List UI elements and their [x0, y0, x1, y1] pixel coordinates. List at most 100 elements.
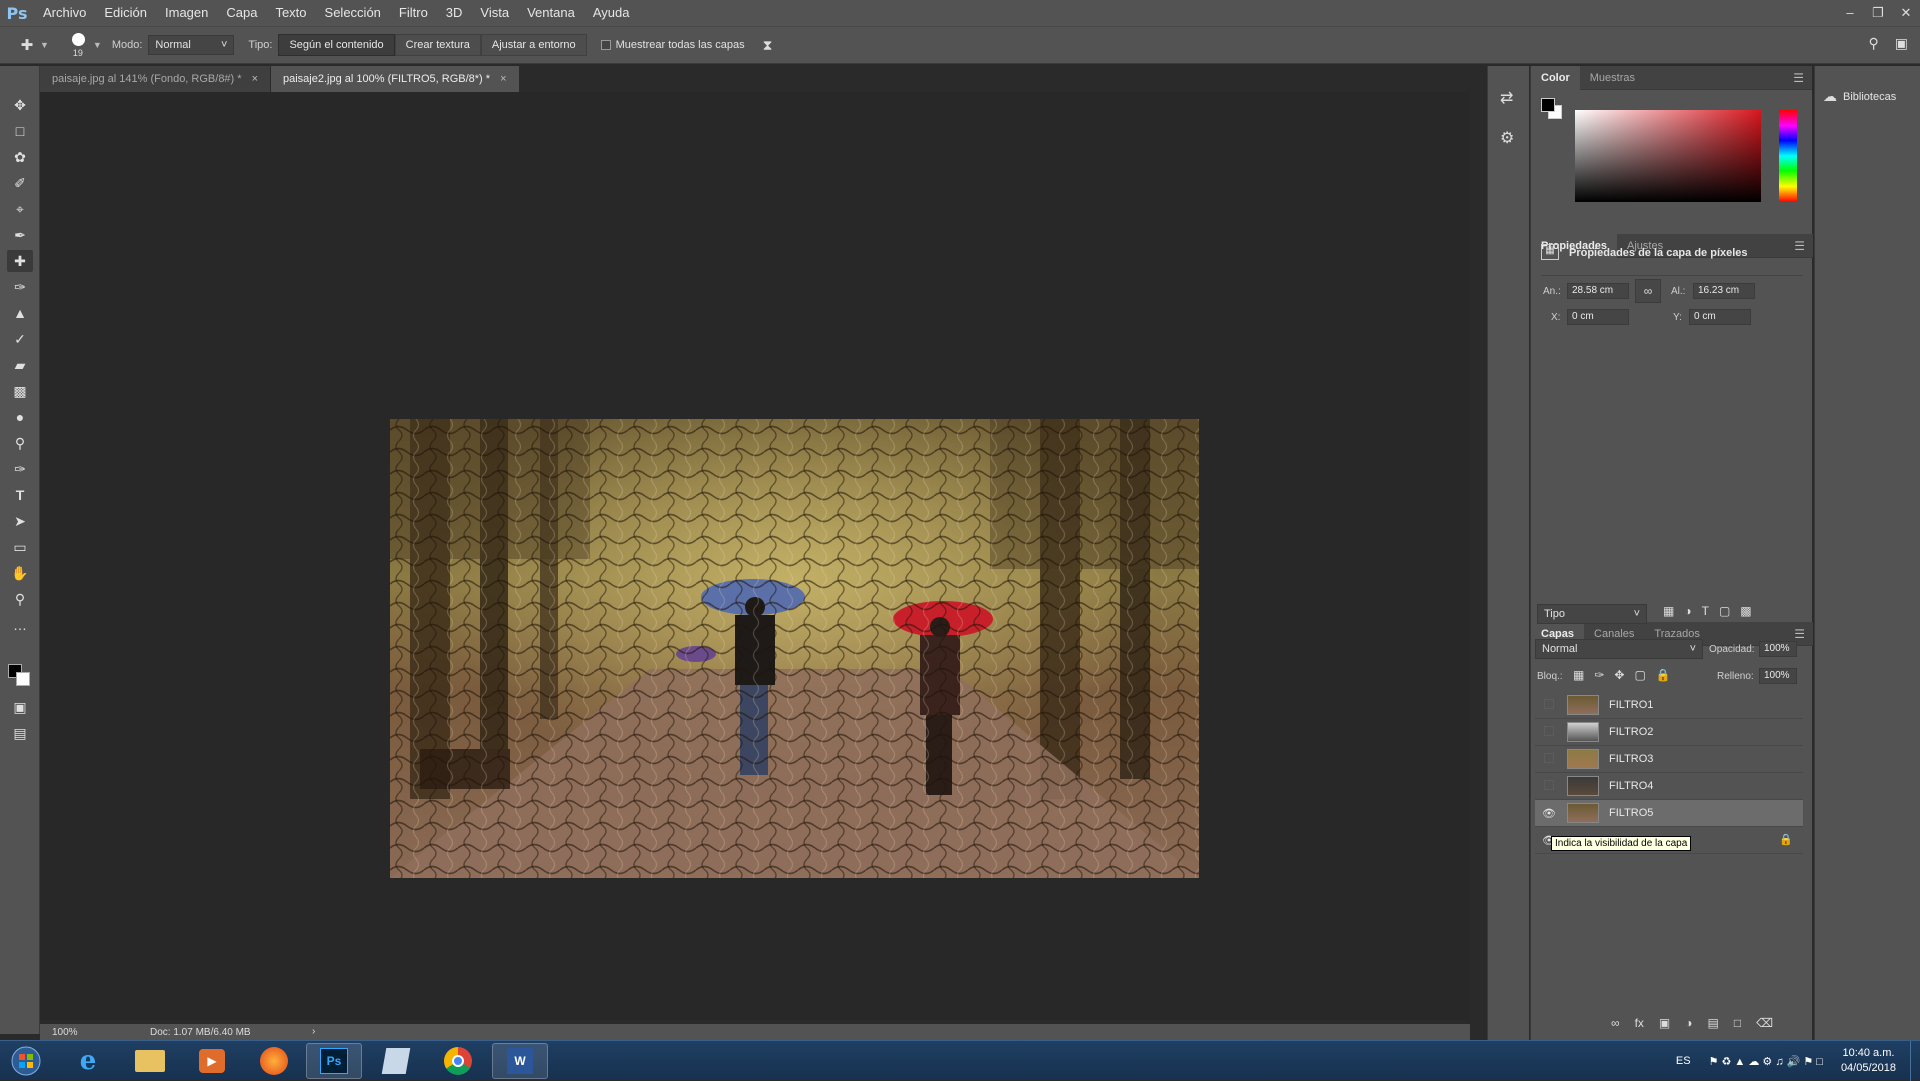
height-field[interactable]: 16.23 cm — [1693, 283, 1755, 299]
add-mask-icon[interactable]: ▣ — [1659, 1016, 1670, 1030]
layer-row[interactable]: FILTRO4 — [1535, 773, 1803, 800]
gradient-tool-icon[interactable]: ▩ — [7, 380, 33, 402]
opacity-field[interactable]: 100% — [1759, 641, 1797, 657]
content-aware-button[interactable]: Según el contenido — [278, 34, 395, 56]
mode-select[interactable]: Normal ˅ — [148, 35, 235, 55]
lock-transparency-icon[interactable]: ▦ — [1573, 668, 1584, 682]
libraries-button[interactable]: ☁ Bibliotecas — [1823, 88, 1896, 105]
move-tool-icon[interactable]: ✥ — [7, 94, 33, 116]
tab-paisaje2[interactable]: paisaje2.jpg al 100% (FILTRO5, RGB/8*) *… — [271, 66, 520, 92]
close-icon[interactable]: ✕ — [1892, 5, 1920, 21]
zoom-level[interactable]: 100% — [52, 1027, 78, 1038]
menu-edicion[interactable]: Edición — [95, 0, 156, 26]
more-tools-icon[interactable]: … — [7, 614, 33, 636]
tab-color[interactable]: Color — [1531, 65, 1580, 90]
layer-row[interactable]: 👁 FILTRO5 — [1535, 800, 1803, 827]
link-layers-icon[interactable]: ∞ — [1611, 1016, 1620, 1030]
panel-menu-icon[interactable]: ☰ — [1793, 71, 1804, 85]
quick-selection-tool-icon[interactable]: ✐ — [7, 172, 33, 194]
tab-muestras[interactable]: Muestras — [1580, 66, 1645, 90]
close-icon[interactable]: × — [252, 73, 258, 85]
hand-tool-icon[interactable]: ✋ — [7, 562, 33, 584]
history-panel-icon[interactable]: ⇄ — [1500, 88, 1513, 108]
pressure-size-icon[interactable]: ⧗ — [763, 37, 773, 54]
start-button[interactable] — [4, 1043, 48, 1079]
panel-menu-icon[interactable]: ☰ — [1794, 627, 1805, 641]
menu-filtro[interactable]: Filtro — [390, 0, 437, 26]
menu-texto[interactable]: Texto — [266, 0, 315, 26]
internet-explorer-icon[interactable]: e — [60, 1043, 116, 1079]
history-brush-tool-icon[interactable]: ✓ — [7, 328, 33, 350]
menu-capa[interactable]: Capa — [217, 0, 266, 26]
fx-icon[interactable]: fx — [1635, 1016, 1644, 1030]
type-tool-icon[interactable]: T — [7, 484, 33, 506]
hue-slider[interactable] — [1779, 110, 1797, 202]
smart-object-filter-icon[interactable]: ▩ — [1740, 604, 1751, 618]
sample-all-layers-checkbox[interactable] — [600, 40, 611, 50]
brush-chevron-icon[interactable]: ▼ — [93, 40, 102, 50]
crop-tool-icon[interactable]: ⌖ — [7, 198, 33, 220]
eraser-tool-icon[interactable]: ▰ — [7, 354, 33, 376]
clock[interactable]: 10:40 a.m. 04/05/2018 — [1827, 1046, 1910, 1076]
word-icon[interactable]: W — [492, 1043, 548, 1079]
brush-settings-icon[interactable]: ⚙ — [1500, 128, 1514, 148]
layer-row[interactable]: FILTRO2 — [1535, 719, 1803, 746]
quick-mask-icon[interactable]: ▣ — [7, 696, 33, 718]
chrome-icon[interactable] — [430, 1043, 486, 1079]
path-selection-tool-icon[interactable]: ➤ — [7, 510, 33, 532]
show-desktop-button[interactable] — [1910, 1041, 1920, 1081]
visibility-toggle[interactable] — [1535, 752, 1563, 766]
brush-preset-picker[interactable]: 19 — [63, 30, 93, 60]
lasso-tool-icon[interactable]: ✿ — [7, 146, 33, 168]
search-icon[interactable]: ⚲ — [1869, 35, 1879, 52]
rectangle-tool-icon[interactable]: ▭ — [7, 536, 33, 558]
shape-filter-icon[interactable]: ▢ — [1719, 604, 1730, 618]
healing-brush-tool-icon[interactable]: ✚ — [7, 250, 33, 272]
canvas-area[interactable] — [40, 92, 1470, 1020]
notepad-icon[interactable] — [368, 1043, 424, 1079]
trash-icon[interactable]: ⌫ — [1756, 1016, 1773, 1030]
menu-ayuda[interactable]: Ayuda — [584, 0, 639, 26]
tray-icons[interactable]: ⚑ ♻ ▲ ☁ ⚙ ♫ 🔊 ⚑ □ — [1705, 1055, 1827, 1068]
dodge-tool-icon[interactable]: ⚲ — [7, 432, 33, 454]
marquee-tool-icon[interactable]: □ — [7, 120, 33, 142]
layer-row[interactable]: FILTRO1 — [1535, 692, 1803, 719]
file-explorer-icon[interactable] — [122, 1043, 178, 1079]
type-filter-icon[interactable]: T — [1702, 604, 1709, 618]
layer-row[interactable]: FILTRO3 — [1535, 746, 1803, 773]
menu-vista[interactable]: Vista — [471, 0, 518, 26]
menu-archivo[interactable]: Archivo — [34, 0, 95, 26]
pen-tool-icon[interactable]: ✑ — [7, 458, 33, 480]
brush-tool-icon[interactable]: ✑ — [7, 276, 33, 298]
group-folder-icon[interactable]: ▤ — [1708, 1016, 1719, 1030]
background-color-swatch[interactable] — [16, 672, 30, 686]
layer-filter-select[interactable]: Tipo ˅ — [1537, 604, 1647, 624]
media-player-icon[interactable]: ▶ — [184, 1043, 240, 1079]
menu-ventana[interactable]: Ventana — [518, 0, 584, 26]
y-field[interactable]: 0 cm — [1689, 309, 1751, 325]
firefox-icon[interactable] — [246, 1043, 302, 1079]
restore-icon[interactable]: ❐ — [1864, 5, 1892, 21]
close-icon[interactable]: × — [500, 73, 506, 85]
photoshop-taskbar-icon[interactable]: Ps — [306, 1043, 362, 1079]
adjustment-filter-icon[interactable]: ◑ — [1684, 604, 1691, 618]
blend-mode-select[interactable]: Normal ˅ — [1535, 639, 1703, 659]
clone-stamp-tool-icon[interactable]: ▲ — [7, 302, 33, 324]
color-field[interactable] — [1575, 110, 1761, 202]
width-field[interactable]: 28.58 cm — [1567, 283, 1629, 299]
foreground-color-swatch[interactable] — [1541, 98, 1555, 112]
panel-menu-icon[interactable]: ☰ — [1794, 239, 1805, 253]
fill-field[interactable]: 100% — [1759, 668, 1797, 684]
lock-position-icon[interactable]: ✥ — [1614, 668, 1624, 682]
menu-imagen[interactable]: Imagen — [156, 0, 217, 26]
status-arrow-icon[interactable]: › — [312, 1026, 315, 1037]
menu-3d[interactable]: 3D — [437, 0, 472, 26]
screen-mode-icon[interactable]: ▤ — [7, 722, 33, 744]
tab-paisaje[interactable]: paisaje.jpg al 141% (Fondo, RGB/8#) * × — [40, 66, 271, 92]
new-layer-icon[interactable]: □ — [1734, 1016, 1741, 1030]
zoom-tool-icon[interactable]: ⚲ — [7, 588, 33, 610]
minimize-icon[interactable]: – — [1836, 5, 1864, 21]
lock-pixels-icon[interactable]: ✑ — [1594, 668, 1604, 682]
tool-preset-chevron-icon[interactable]: ▼ — [40, 40, 49, 50]
eyedropper-tool-icon[interactable]: ✒ — [7, 224, 33, 246]
